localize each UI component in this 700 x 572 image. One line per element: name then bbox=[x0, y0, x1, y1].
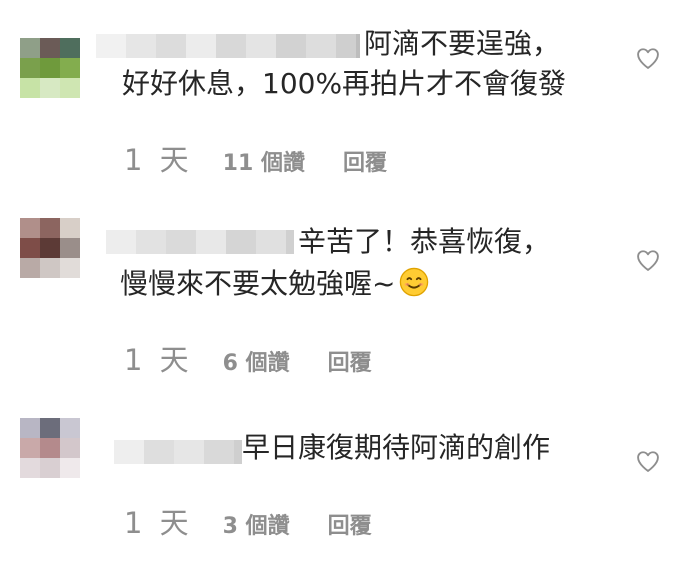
avatar[interactable] bbox=[20, 418, 80, 478]
comment-text: 早日康復期待阿滴的創作 bbox=[242, 431, 551, 464]
likes-count[interactable]: 3 個讚 bbox=[223, 508, 290, 540]
reply-button[interactable]: 回覆 bbox=[328, 345, 372, 377]
username-blurred[interactable] bbox=[106, 230, 294, 254]
comment-time: 1 天 bbox=[124, 143, 193, 177]
comment-meta: 1 天 11 個讚 回覆 bbox=[124, 137, 387, 179]
comment-time: 1 天 bbox=[124, 343, 193, 377]
comment-time: 1 天 bbox=[124, 506, 193, 540]
reply-button[interactable]: 回覆 bbox=[343, 145, 387, 177]
avatar[interactable] bbox=[20, 218, 80, 278]
smiling-face-emoji bbox=[400, 267, 429, 297]
comment-text: 好好休息，100%再拍片才不會復發 bbox=[122, 67, 567, 100]
comment-text-line: 慢慢來不要太勉強喔~ bbox=[120, 267, 396, 300]
comment-text: 阿滴不要逞強， bbox=[364, 27, 561, 60]
username-blurred[interactable] bbox=[114, 440, 242, 464]
reply-button[interactable]: 回覆 bbox=[328, 508, 372, 540]
heart-outline-icon[interactable] bbox=[634, 447, 662, 475]
heart-outline-icon[interactable] bbox=[634, 246, 662, 274]
username-blurred[interactable] bbox=[96, 34, 360, 58]
heart-outline-icon[interactable] bbox=[634, 44, 662, 72]
likes-count[interactable]: 11 個讚 bbox=[223, 145, 305, 177]
comment-text: 辛苦了！恭喜恢復， bbox=[298, 225, 551, 258]
comment-meta: 1 天 3 個讚 回覆 bbox=[124, 500, 372, 542]
avatar[interactable] bbox=[20, 38, 80, 98]
likes-count[interactable]: 6 個讚 bbox=[223, 345, 290, 377]
comment-meta: 1 天 6 個讚 回覆 bbox=[124, 337, 372, 379]
comment-text: 慢慢來不要太勉強喔~ bbox=[120, 264, 429, 304]
